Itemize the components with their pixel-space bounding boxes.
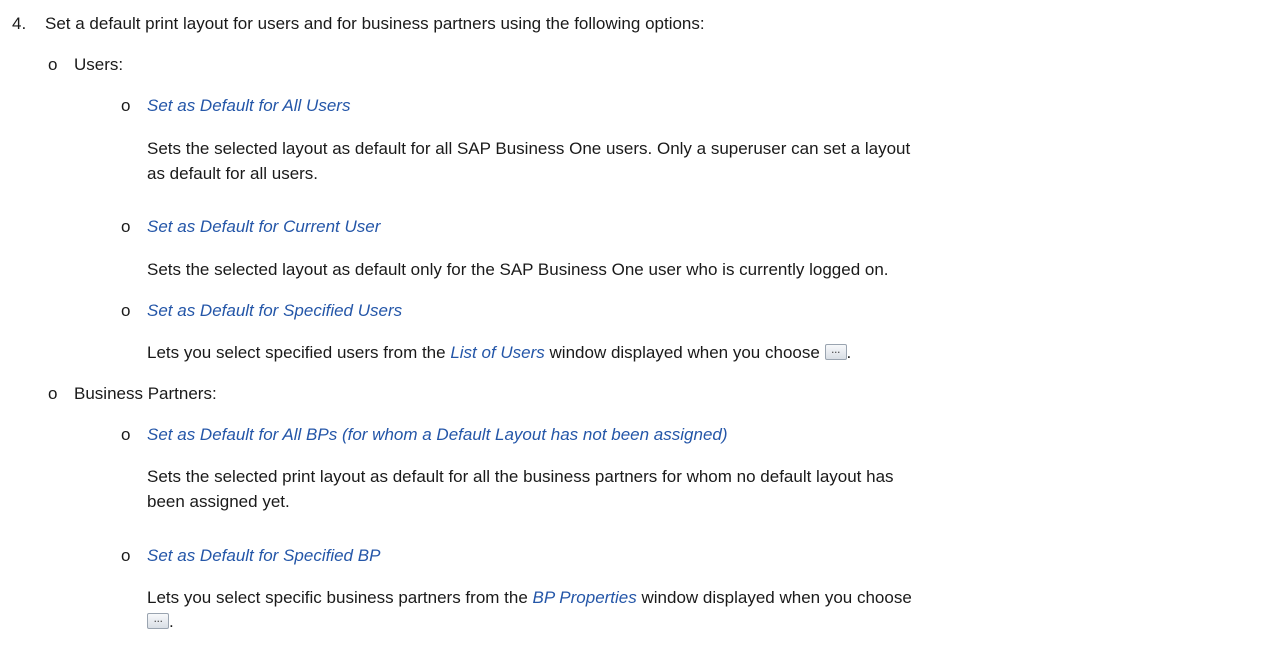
desc-text: window displayed when you choose (544, 343, 825, 362)
step-text: Set a default print layout for users and… (45, 14, 705, 33)
option-bullet: o (121, 546, 131, 565)
option-bullet: o (121, 96, 131, 115)
desc-text: window displayed when you choose (636, 588, 912, 607)
option-title-specified-users: Set as Default for Specified Users (147, 301, 403, 320)
ellipsis-button-icon (147, 611, 169, 633)
option-desc: as default for all users. (147, 164, 319, 183)
option-desc: . (147, 611, 174, 633)
option-title-specified-bp: Set as Default for Specified BP (147, 546, 381, 565)
option-desc: Sets the selected layout as default for … (147, 139, 911, 158)
desc-end: . (169, 612, 174, 631)
option-title-current-user: Set as Default for Current User (147, 217, 381, 236)
option-desc: Sets the selected layout as default only… (147, 260, 889, 279)
option-bullet: o (121, 301, 131, 320)
step-number: 4. (12, 14, 27, 33)
partners-bullet: o (48, 384, 58, 403)
ellipsis-button-icon (824, 342, 847, 364)
option-desc: Sets the selected print layout as defaul… (147, 467, 894, 486)
option-bullet: o (121, 425, 131, 444)
users-bullet: o (48, 55, 58, 74)
option-desc: been assigned yet. (147, 492, 290, 511)
desc-end: . (846, 343, 852, 362)
desc-text: Lets you select specific business partne… (147, 588, 533, 607)
option-desc: Lets you select specified users from the… (147, 342, 851, 364)
option-title-all-users: Set as Default for All Users (147, 96, 351, 115)
partners-label: Business Partners: (74, 384, 217, 403)
option-desc: Lets you select specific business partne… (147, 587, 912, 609)
desc-text: Lets you select specified users from the (147, 343, 451, 362)
bp-properties-link: BP Properties (532, 588, 637, 607)
option-bullet: o (121, 217, 131, 236)
list-of-users-link: List of Users (450, 343, 545, 362)
option-title-all-bps: Set as Default for All BPs (for whom a D… (147, 425, 728, 444)
users-label: Users: (74, 55, 124, 74)
